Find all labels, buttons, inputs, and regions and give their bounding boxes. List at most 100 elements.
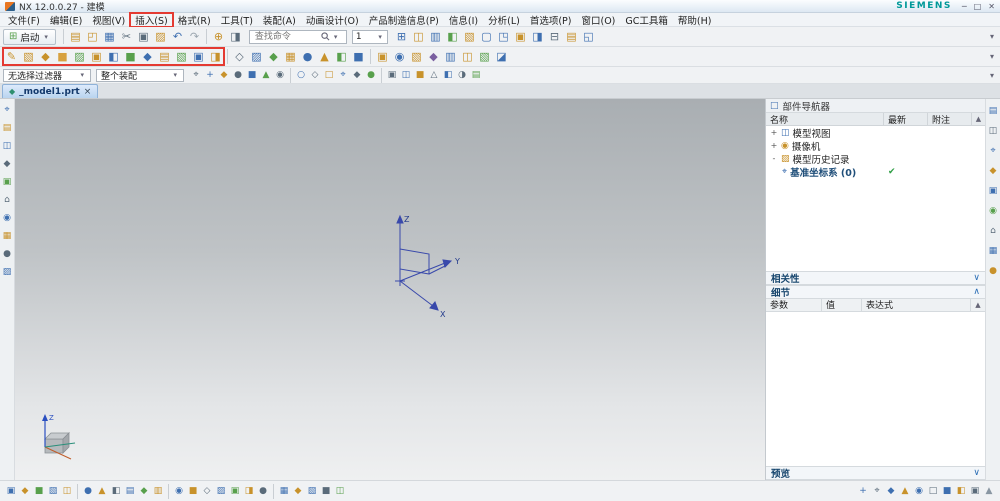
column-expression[interactable]: 表达式 xyxy=(862,298,971,311)
toolbar-icon[interactable]: ◆ xyxy=(137,484,151,498)
toolbar-icon[interactable]: ◨ xyxy=(529,28,546,45)
toolbar-icon[interactable]: ■ xyxy=(319,484,333,498)
menu-tools[interactable]: 工具(T) xyxy=(216,13,258,27)
toolbar-overflow-button[interactable]: ▾ xyxy=(987,32,997,41)
menu-format[interactable]: 格式(R) xyxy=(173,13,216,27)
menu-gc-toolbox[interactable]: GC工具箱 xyxy=(620,13,673,27)
repeat-command-icon[interactable]: ⊕ xyxy=(210,28,227,45)
search-icon[interactable] xyxy=(321,32,330,41)
menu-edit[interactable]: 编辑(E) xyxy=(45,13,87,27)
toolbar-icon[interactable]: ◇ xyxy=(200,484,214,498)
toolbar-icon[interactable]: ■ xyxy=(122,48,139,65)
toolbar-icon[interactable]: ⌖ xyxy=(189,68,203,82)
toolbar-icon[interactable]: ▨ xyxy=(214,484,228,498)
menu-preferences[interactable]: 首选项(P) xyxy=(525,13,577,27)
toolbar-icon[interactable]: ▧ xyxy=(476,48,493,65)
toolbar-icon[interactable]: ▤ xyxy=(563,28,580,45)
undo-icon[interactable]: ↶ xyxy=(169,28,186,45)
toolbar-icon[interactable]: ◪ xyxy=(493,48,510,65)
expander-icon[interactable]: + xyxy=(770,141,778,150)
toolbar-icon[interactable]: ◫ xyxy=(987,124,1000,137)
toolbar-icon[interactable]: ◇ xyxy=(308,68,322,82)
toolbar-icon[interactable]: ▣ xyxy=(968,484,982,498)
toolbar-icon[interactable]: ▣ xyxy=(987,184,1000,197)
toolbar-icon[interactable]: ◉ xyxy=(172,484,186,498)
toolbar-icon[interactable]: ◫ xyxy=(1,139,14,152)
toolbar-icon[interactable]: ▤ xyxy=(1,121,14,134)
tree-row-datum-csys[interactable]: ⌖ 基准坐标系 (0) ✔ xyxy=(766,165,985,179)
toolbar-icon[interactable]: ◱ xyxy=(580,28,597,45)
toolbar-icon[interactable]: ◧ xyxy=(441,68,455,82)
toolbar-icon[interactable]: ■ xyxy=(54,48,71,65)
toolbar-icon[interactable]: ⌂ xyxy=(987,224,1000,237)
toolbar-icon[interactable]: ■ xyxy=(32,484,46,498)
toolbar-icon[interactable]: ▨ xyxy=(71,48,88,65)
toolbar-icon[interactable]: ▢ xyxy=(478,28,495,45)
minimize-button[interactable]: ─ xyxy=(962,2,967,11)
start-button[interactable]: ⊞ 启动 ▾ xyxy=(3,28,56,45)
scroll-up-button[interactable]: ▲ xyxy=(972,113,985,125)
new-icon[interactable]: ▤ xyxy=(67,28,84,45)
scale-dropdown[interactable]: 1 ▾ xyxy=(351,29,388,44)
touch-mode-icon[interactable]: ◨ xyxy=(227,28,244,45)
toolbar-icon[interactable]: ▧ xyxy=(305,484,319,498)
toolbar-icon[interactable]: ◆ xyxy=(425,48,442,65)
column-name[interactable]: 名称 xyxy=(766,113,884,126)
toolbar-icon[interactable]: ◫ xyxy=(399,68,413,82)
toolbar-icon[interactable]: △ xyxy=(427,68,441,82)
toolbar-icon[interactable]: + xyxy=(856,484,870,498)
toolbar-icon[interactable]: ▥ xyxy=(151,484,165,498)
menu-insert[interactable]: 插入(S) xyxy=(129,11,174,28)
toolbar-icon[interactable]: ▧ xyxy=(20,48,37,65)
sort-icon[interactable]: ▲ xyxy=(971,299,985,311)
toolbar-icon[interactable]: ◇ xyxy=(231,48,248,65)
chevron-down-icon[interactable]: ∨ xyxy=(973,468,980,478)
toolbar-icon[interactable]: ◆ xyxy=(987,164,1000,177)
close-button[interactable]: ✕ xyxy=(988,2,995,11)
toolbar-icon[interactable]: ▣ xyxy=(512,28,529,45)
toolbar-icon[interactable]: ● xyxy=(81,484,95,498)
toolbar-icon[interactable]: ◳ xyxy=(495,28,512,45)
details-section[interactable]: 细节 ∧ xyxy=(766,284,985,299)
menu-analysis[interactable]: 分析(L) xyxy=(483,13,525,27)
toolbar-icon[interactable]: ▥ xyxy=(442,48,459,65)
toolbar-icon[interactable]: ◆ xyxy=(1,157,14,170)
toolbar-icon[interactable]: ◨ xyxy=(207,48,224,65)
collapse-icon[interactable]: - xyxy=(770,154,778,163)
toolbar-icon[interactable]: ▥ xyxy=(427,28,444,45)
toolbar-icon[interactable]: ◫ xyxy=(410,28,427,45)
toolbar-icon[interactable]: □ xyxy=(926,484,940,498)
toolbar-icon[interactable]: ◫ xyxy=(60,484,74,498)
selection-scope-dropdown[interactable]: 整个装配 ▾ xyxy=(96,68,184,82)
menu-window[interactable]: 窗口(O) xyxy=(576,13,620,27)
toolbar-icon[interactable]: ▣ xyxy=(385,68,399,82)
toolbar-icon[interactable]: ■ xyxy=(940,484,954,498)
selection-filter-dropdown[interactable]: 无选择过滤器 ▾ xyxy=(3,68,91,82)
toolbar-icon[interactable]: ▤ xyxy=(123,484,137,498)
toolbar-icon[interactable]: ◆ xyxy=(291,484,305,498)
menu-help[interactable]: 帮助(H) xyxy=(673,13,717,27)
menu-pmi[interactable]: 产品制造信息(P) xyxy=(364,13,444,27)
toolbar-icon[interactable]: ▦ xyxy=(277,484,291,498)
command-finder[interactable]: ▾ xyxy=(248,29,347,44)
toolbar-icon[interactable]: ⌖ xyxy=(987,144,1000,157)
datum-csys[interactable]: Z Y X xyxy=(375,211,495,321)
paste-icon[interactable]: ▨ xyxy=(152,28,169,45)
toolbar-icon[interactable]: ▣ xyxy=(374,48,391,65)
toolbar-icon[interactable]: ◉ xyxy=(1,211,14,224)
toolbar-icon[interactable]: ◆ xyxy=(884,484,898,498)
toolbar-icon[interactable]: ◑ xyxy=(455,68,469,82)
toolbar-icon[interactable]: ◨ xyxy=(242,484,256,498)
graphics-window[interactable]: Z Y X Z xyxy=(15,99,765,480)
maximize-button[interactable]: □ xyxy=(974,2,982,11)
toolbar-icon[interactable]: ◆ xyxy=(18,484,32,498)
redo-icon[interactable]: ↷ xyxy=(186,28,203,45)
toolbar-icon[interactable]: ◆ xyxy=(139,48,156,65)
toolbar-icon[interactable]: ⌖ xyxy=(336,68,350,82)
toolbar-icon[interactable]: ◉ xyxy=(273,68,287,82)
toolbar-overflow-button[interactable]: ▾ xyxy=(987,71,997,80)
toolbar-icon[interactable]: ▨ xyxy=(1,265,14,278)
toolbar-icon[interactable]: ▲ xyxy=(316,48,333,65)
toolbar-icon[interactable]: ■ xyxy=(245,68,259,82)
toolbar-icon[interactable]: ▤ xyxy=(469,68,483,82)
